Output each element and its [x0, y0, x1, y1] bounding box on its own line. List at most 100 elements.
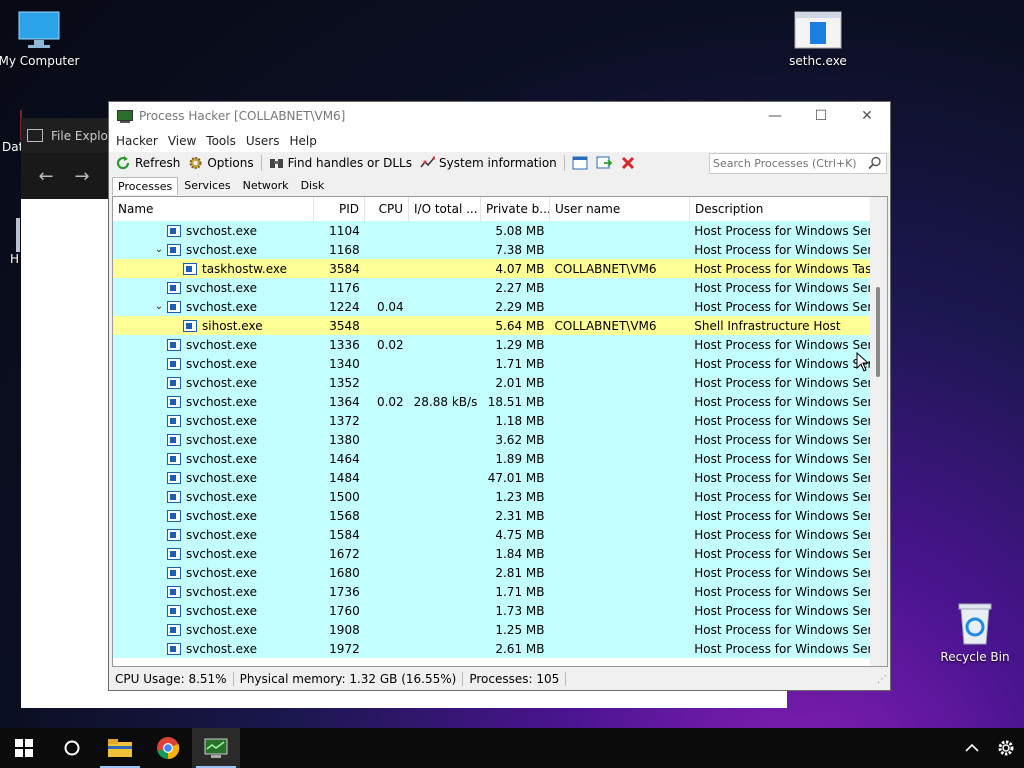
menu-hacker[interactable]: Hacker — [111, 134, 163, 148]
process-name-cell[interactable]: taskhostw.exe — [113, 262, 314, 276]
process-list[interactable]: Name PID CPU I/O total ... Private b... … — [112, 196, 888, 667]
process-row[interactable]: svchost.exe 1336 0.02 1.29 MB Host Process f… — [113, 335, 870, 354]
process-row[interactable]: svchost.exe 1104 5.08 MB Host Process for W… — [113, 221, 870, 240]
process-name-cell[interactable]: svchost.exe — [113, 357, 314, 371]
tab-disk[interactable]: Disk — [295, 176, 331, 195]
search-circle-button[interactable] — [48, 728, 96, 768]
process-name-cell[interactable]: svchost.exe — [113, 414, 314, 428]
window-titlebar[interactable]: Process Hacker [COLLABNET\VM6] — ☐ ✕ — [109, 102, 890, 130]
desktop-icon-partial-dat[interactable]: Dat — [2, 110, 22, 154]
taskbar-process-hacker[interactable] — [192, 728, 240, 768]
process-name-cell[interactable]: svchost.exe — [113, 471, 314, 485]
process-name-cell[interactable]: svchost.exe — [113, 224, 314, 238]
refresh-button[interactable]: Refresh — [112, 156, 184, 170]
menu-users[interactable]: Users — [241, 134, 285, 148]
start-button[interactable] — [0, 728, 48, 768]
desktop-icon-recycle-bin[interactable]: Recycle Bin — [930, 600, 1020, 664]
process-name-cell[interactable]: sihost.exe — [113, 319, 314, 333]
process-name-cell[interactable]: svchost.exe — [113, 338, 314, 352]
process-hacker-window[interactable]: Process Hacker [COLLABNET\VM6] — ☐ ✕ Hac… — [108, 101, 891, 691]
menu-help[interactable]: Help — [284, 134, 321, 148]
process-row[interactable]: svchost.exe 1908 1.25 MB Host Process for W… — [113, 620, 870, 639]
process-name-cell[interactable]: svchost.exe — [113, 623, 314, 637]
process-row[interactable]: svchost.exe 1176 2.27 MB Host Process for W… — [113, 278, 870, 297]
desktop-icon-label: Recycle Bin — [940, 650, 1010, 664]
terminate-icon[interactable] — [620, 156, 636, 170]
process-name-cell[interactable]: svchost.exe — [113, 281, 314, 295]
process-row[interactable]: sihost.exe 3548 5.64 MB COLLABNET\VM6 Shell … — [113, 316, 870, 335]
process-row[interactable]: ⌄ svchost.exe 1168 7.38 MB Host Process for … — [113, 240, 870, 259]
back-arrow-icon[interactable]: ← — [35, 166, 57, 187]
tab-network[interactable]: Network — [237, 176, 295, 195]
search-input[interactable] — [710, 155, 867, 171]
forward-arrow-icon[interactable]: → — [71, 166, 93, 187]
column-header-user-name[interactable]: User name — [550, 197, 690, 221]
process-row[interactable]: svchost.exe 1464 1.89 MB Host Process for W… — [113, 449, 870, 468]
process-name-cell[interactable]: svchost.exe — [113, 642, 314, 656]
search-box[interactable] — [709, 152, 887, 174]
process-name-cell[interactable]: svchost.exe — [113, 433, 314, 447]
process-row[interactable]: svchost.exe 1972 2.61 MB Host Process for W… — [113, 639, 870, 658]
taskbar-file-explorer[interactable] — [96, 728, 144, 768]
process-name-cell[interactable]: svchost.exe — [113, 376, 314, 390]
window-target-icon[interactable] — [596, 156, 613, 170]
process-name-cell[interactable]: svchost.exe — [113, 452, 314, 466]
desktop-icon-partial-h[interactable]: H — [10, 218, 20, 266]
process-row[interactable]: svchost.exe 1484 47.01 MB Host Process for … — [113, 468, 870, 487]
column-header-pid[interactable]: PID — [314, 197, 365, 221]
search-icon[interactable] — [867, 156, 883, 170]
settings-tray-button[interactable] — [988, 728, 1024, 768]
desktop-icon-sethc[interactable]: sethc.exe — [773, 10, 863, 68]
scrollbar-thumb[interactable] — [876, 287, 880, 377]
process-row[interactable]: svchost.exe 1380 3.62 MB Host Process for W… — [113, 430, 870, 449]
minimize-button[interactable]: — — [752, 108, 798, 124]
desktop-icon-my-computer[interactable]: My Computer — [0, 10, 84, 68]
process-row[interactable]: svchost.exe 1680 2.81 MB Host Process for W… — [113, 563, 870, 582]
process-row[interactable]: svchost.exe 1364 0.02 28.88 kB/s 18.51 MB Hos… — [113, 392, 870, 411]
menu-view[interactable]: View — [163, 134, 201, 148]
process-name-cell[interactable]: svchost.exe — [113, 566, 314, 580]
process-pid: 3548 — [329, 318, 360, 333]
process-name-cell[interactable]: svchost.exe — [113, 509, 314, 523]
window-icon[interactable] — [572, 156, 588, 170]
process-name-cell[interactable]: ⌄ svchost.exe — [113, 300, 314, 314]
find-handles-button[interactable]: Find handles or DLLs — [265, 156, 416, 170]
vertical-scrollbar[interactable] — [870, 197, 887, 666]
resize-grip-icon[interactable]: ⋰ — [877, 674, 887, 685]
column-header-io-total[interactable]: I/O total ... — [409, 197, 481, 221]
options-button[interactable]: Options — [184, 156, 257, 170]
chevron-down-icon[interactable]: ⌄ — [153, 244, 165, 255]
process-row[interactable]: svchost.exe 1760 1.73 MB Host Process for W… — [113, 601, 870, 620]
process-row[interactable]: svchost.exe 1672 1.84 MB Host Process for W… — [113, 544, 870, 563]
process-row[interactable]: svchost.exe 1568 2.31 MB Host Process for W… — [113, 506, 870, 525]
process-name-cell[interactable]: svchost.exe — [113, 547, 314, 561]
column-header-description[interactable]: Description — [690, 197, 871, 221]
system-info-button[interactable]: System information — [416, 156, 561, 170]
tab-services[interactable]: Services — [178, 176, 236, 195]
process-row[interactable]: taskhostw.exe 3584 4.07 MB COLLABNET\VM6 Hos… — [113, 259, 870, 278]
process-row[interactable]: svchost.exe 1736 1.71 MB Host Process for W… — [113, 582, 870, 601]
process-row[interactable]: svchost.exe 1352 2.01 MB Host Process for W… — [113, 373, 870, 392]
column-header-private-bytes[interactable]: Private b... — [481, 197, 550, 221]
menu-tools[interactable]: Tools — [201, 134, 241, 148]
chevron-down-icon[interactable]: ⌄ — [153, 301, 165, 312]
taskbar-chrome[interactable] — [144, 728, 192, 768]
maximize-button[interactable]: ☐ — [798, 108, 844, 124]
process-name-cell[interactable]: svchost.exe — [113, 395, 314, 409]
process-row[interactable]: ⌄ svchost.exe 1224 0.04 2.29 MB Host Process … — [113, 297, 870, 316]
process-name-cell[interactable]: svchost.exe — [113, 528, 314, 542]
close-button[interactable]: ✕ — [844, 108, 890, 124]
process-name-cell[interactable]: svchost.exe — [113, 490, 314, 504]
process-row[interactable]: svchost.exe 1340 1.71 MB Host Process for W… — [113, 354, 870, 373]
process-row[interactable]: svchost.exe 1500 1.23 MB Host Process for W… — [113, 487, 870, 506]
show-hidden-icons-button[interactable] — [956, 728, 988, 768]
process-name-cell[interactable]: ⌄ svchost.exe — [113, 243, 314, 257]
process-name-cell[interactable]: svchost.exe — [113, 585, 314, 599]
process-row[interactable]: svchost.exe 1584 4.75 MB Host Process for W… — [113, 525, 870, 544]
tab-processes[interactable]: Processes — [112, 177, 179, 195]
column-header-name[interactable]: Name — [113, 197, 314, 221]
process-name-cell[interactable]: svchost.exe — [113, 604, 314, 618]
process-icon — [167, 395, 181, 408]
process-row[interactable]: svchost.exe 1372 1.18 MB Host Process for W… — [113, 411, 870, 430]
column-header-cpu[interactable]: CPU — [365, 197, 409, 221]
